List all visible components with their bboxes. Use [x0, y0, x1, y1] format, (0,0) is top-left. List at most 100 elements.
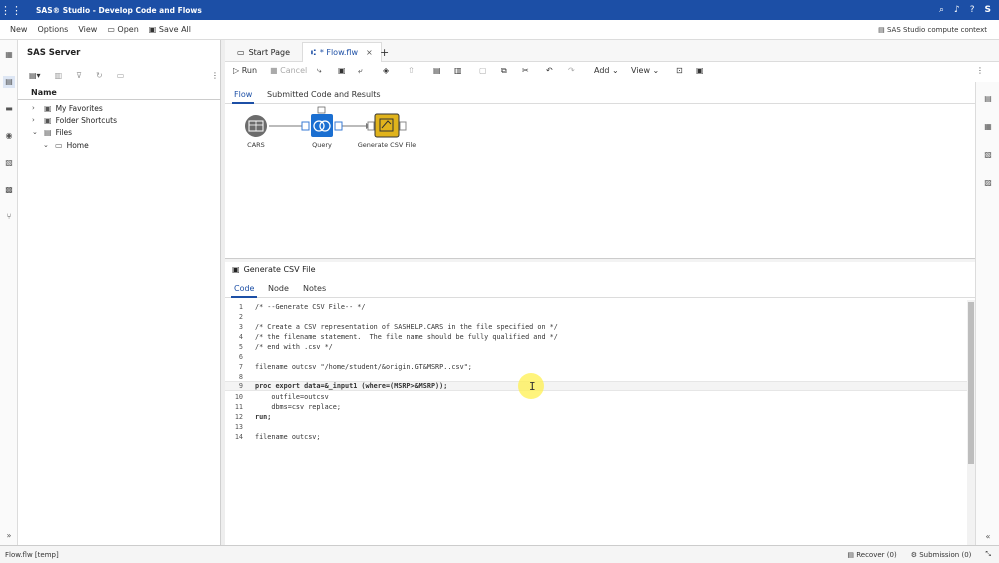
cancel-button[interactable]: ■ Cancel [270, 66, 307, 75]
code-editor[interactable]: 1 /* --Generate CSV File-- */ 2 3 /* Creat… [225, 300, 967, 545]
chevron-down-icon[interactable]: ⌄ [32, 128, 40, 136]
libraries-panel-icon[interactable]: ▧ [982, 150, 994, 162]
server-files-icon[interactable]: ▤ [3, 76, 15, 88]
tree-item-folder-shortcuts[interactable]: › ▣ Folder Shortcuts [32, 114, 117, 126]
scrollbar-thumb[interactable] [968, 302, 974, 464]
details-panel-icon[interactable]: ▨ [982, 178, 994, 190]
upload-icon[interactable]: ⇧ [408, 66, 415, 75]
line-number: 9 [238, 382, 243, 390]
column-header-name[interactable]: Name [18, 86, 221, 100]
panel-toolbar: ▤▾ ▥ ⊽ ↻ ▭ ⋮ [29, 71, 219, 83]
code-line[interactable]: 13 [225, 422, 967, 432]
zoom-box-icon[interactable]: ▣ [696, 66, 704, 75]
delete-icon[interactable]: ▥ [55, 71, 63, 83]
sas-server-panel: SAS Server ▤▾ ▥ ⊽ ↻ ▭ ⋮ Name › ▣ My Favo… [18, 40, 221, 545]
horizontal-splitter[interactable] [225, 258, 975, 262]
menu-new[interactable]: New [5, 25, 32, 34]
save-as-icon[interactable]: ▥ [454, 66, 462, 75]
code-line[interactable]: 10 outfile=outcsv [225, 392, 967, 402]
editor-scrollbar[interactable] [967, 300, 975, 545]
add-menu[interactable]: Add ⌄ [594, 66, 619, 75]
search-icon[interactable]: ⌕ [939, 5, 944, 15]
git-icon[interactable]: ⑂ [3, 211, 15, 223]
properties-icon[interactable]: ▭ [117, 71, 125, 83]
chevron-right-icon[interactable]: › [32, 104, 40, 112]
view-menu[interactable]: View ⌄ [631, 66, 659, 75]
filter-icon[interactable]: ⊽ [76, 71, 82, 83]
tab-node[interactable]: Node [268, 284, 289, 293]
help-icon[interactable]: ? [970, 5, 975, 15]
run-to-node-icon[interactable]: ⤶ [358, 66, 362, 76]
tree-item-my-favorites[interactable]: › ▣ My Favorites [32, 102, 103, 114]
line-number: 3 [238, 323, 243, 331]
tab-notes[interactable]: Notes [303, 284, 326, 293]
flow-icon: ⑆ [311, 48, 316, 57]
fit-to-view-icon[interactable]: ⊡ [676, 66, 683, 75]
duplicate-icon[interactable]: ⧉ [501, 66, 507, 76]
code-line[interactable]: 14 filename outcsv; [225, 432, 967, 442]
code-line[interactable]: 3 /* Create a CSV representation of SASHE… [225, 322, 967, 332]
code-line[interactable]: 1 /* --Generate CSV File-- */ [225, 302, 967, 312]
chevron-down-icon[interactable]: ⌄ [43, 141, 51, 149]
copy-icon[interactable]: ▢ [479, 66, 487, 75]
save-node-icon[interactable]: ▤ [433, 66, 441, 75]
libraries-icon[interactable]: ◉ [3, 130, 15, 142]
code-line[interactable]: 4 /* the filename statement. The file nam… [225, 332, 967, 342]
user-avatar[interactable]: S [985, 5, 991, 15]
run-button[interactable]: ▷ Run [233, 66, 257, 75]
subtab-flow[interactable]: Flow [231, 90, 255, 104]
explorer-icon[interactable]: ▦ [3, 49, 15, 61]
steps-icon[interactable]: ▩ [3, 184, 15, 196]
code-line[interactable]: 11 dbms=csv replace; [225, 402, 967, 412]
subtab-submitted-code[interactable]: Submitted Code and Results [267, 90, 381, 99]
more-options-icon[interactable]: ⋮ [211, 71, 219, 83]
title-bar: ⋮⋮ SAS® Studio - Develop Code and Flows … [0, 0, 999, 20]
tree-item-files[interactable]: ⌄ ▤ Files [32, 126, 72, 138]
new-folder-icon[interactable]: ▤▾ [29, 71, 41, 83]
tab-flow[interactable]: ⑆ * Flow.flw × [302, 42, 382, 62]
app-launcher-icon[interactable]: ⋮⋮ [0, 4, 22, 17]
redo-icon[interactable]: ↷ [568, 66, 575, 75]
new-tab-button[interactable]: + [372, 42, 397, 62]
expand-icon[interactable]: » [3, 530, 15, 542]
cancel-label: Cancel [280, 66, 308, 75]
undo-icon[interactable]: ↶ [546, 66, 553, 75]
collapse-icon[interactable]: « [982, 532, 994, 544]
tab-start-page[interactable]: ▭ Start Page [229, 42, 298, 62]
menu-options[interactable]: Options [32, 25, 73, 34]
open-button[interactable]: ▭ Open [102, 25, 143, 34]
code-line[interactable]: 12 run; [225, 412, 967, 422]
properties-panel-icon[interactable]: ▤ [982, 94, 994, 106]
notifications-icon[interactable]: ♪ [954, 5, 960, 15]
tab-label: * Flow.flw [319, 48, 359, 57]
submission-button[interactable]: ⚙ Submission (0) [911, 551, 972, 559]
chevron-right-icon[interactable]: › [32, 116, 40, 124]
flow-canvas[interactable]: CARS Query Generate CSV File [225, 104, 975, 258]
node-generate-csv[interactable] [374, 113, 400, 138]
code-line[interactable]: 7 filename outcsv "/home/student/&origin.… [225, 362, 967, 372]
flow-toolbar: ▷ Run ■ Cancel ⤷ ▣ ⤶ ◈ ⇧ ▤ ▥ ▢ ⧉ ✂ ↶ ↷ A… [225, 62, 984, 82]
table-panel-icon[interactable]: ▦ [982, 122, 994, 134]
code-line[interactable]: 6 [225, 352, 967, 362]
refresh-icon[interactable]: ↻ [96, 71, 103, 83]
cut-icon[interactable]: ✂ [522, 66, 529, 75]
recover-button[interactable]: ▤ Recover (0) [847, 551, 896, 559]
tab-code[interactable]: Code [230, 284, 259, 298]
code-line[interactable]: 5 /* end with .csv */ [225, 342, 967, 352]
save-all-button[interactable]: ▣ Save All [144, 25, 196, 34]
auto-arrange-icon[interactable]: ◈ [383, 66, 389, 75]
more-options-icon[interactable]: ⋮ [976, 66, 984, 75]
collapse-status-icon[interactable]: ⤡ [985, 550, 991, 559]
line-number: 5 [238, 343, 243, 351]
code-line[interactable]: 2 [225, 312, 967, 322]
line-number: 11 [234, 403, 243, 411]
code-line-current[interactable]: 9 proc export data=&_input1 (where=(MSRP>… [225, 381, 967, 391]
compute-context[interactable]: ▤ SAS Studio compute context [878, 26, 999, 34]
tree-item-home[interactable]: ⌄ ▭ Home [43, 139, 89, 151]
run-node-icon[interactable]: ▣ [338, 66, 346, 75]
content-icon[interactable]: ▬ [3, 103, 15, 115]
run-from-node-icon[interactable]: ⤷ [317, 66, 321, 76]
snippets-icon[interactable]: ▧ [3, 157, 15, 169]
status-bar: Flow.flw [temp] ▤ Recover (0) ⚙ Submissi… [0, 545, 999, 563]
menu-view[interactable]: View [73, 25, 102, 34]
